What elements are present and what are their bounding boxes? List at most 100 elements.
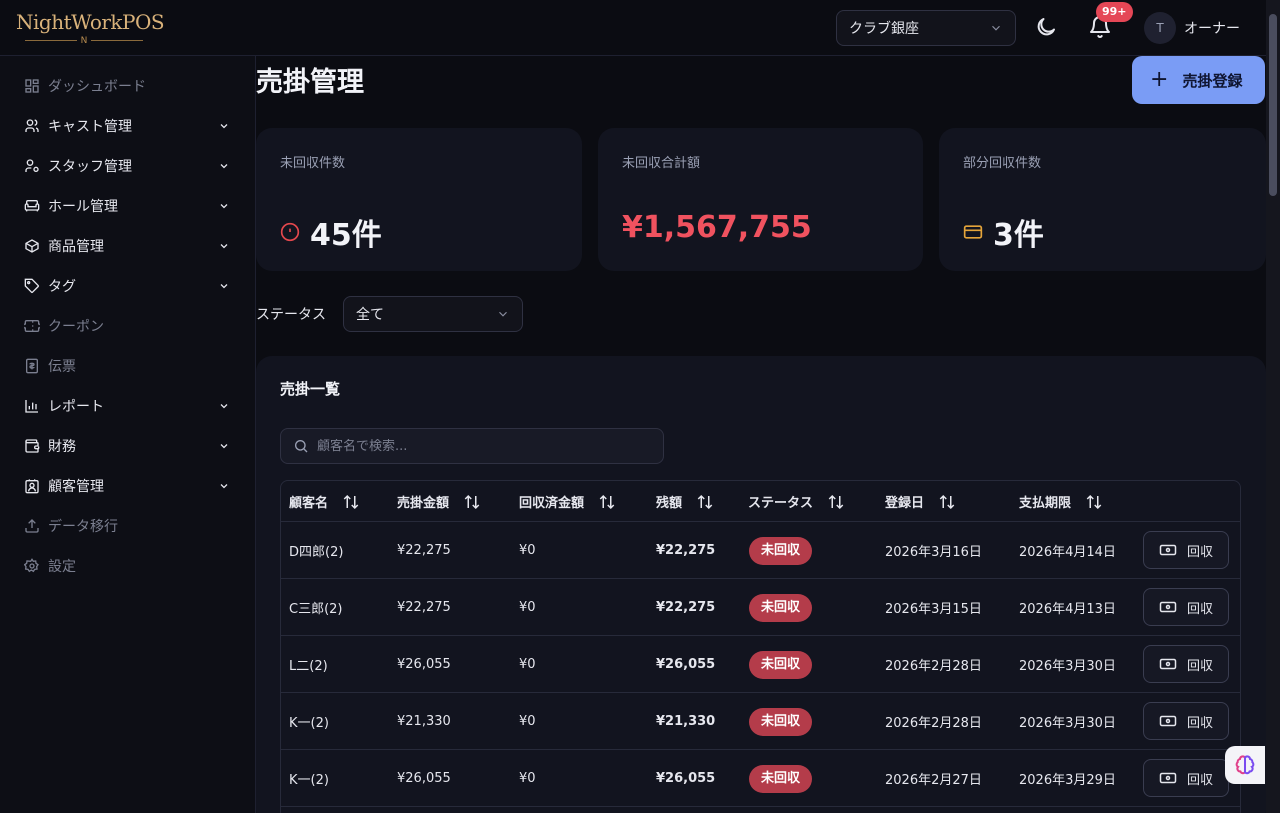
sofa-icon (24, 200, 40, 212)
status-filter-value: 全て (356, 307, 384, 323)
collect-button[interactable]: 回収 (1143, 759, 1229, 797)
sidebar-item-label: ダッシュボード (48, 79, 146, 95)
collect-button-label: 回収 (1186, 658, 1213, 674)
banknote-icon (1159, 544, 1177, 556)
scrollbar-thumb[interactable] (1269, 14, 1277, 196)
collect-button-label: 回収 (1186, 772, 1213, 788)
sidebar-item-label: データ移行 (48, 519, 118, 535)
column-header-label: 売掛金額 (397, 496, 450, 511)
receivables-table: 顧客名 売掛金額 回収済金額 残額 ステータス 登録日 支払期限 D四郎(2) … (280, 480, 1241, 813)
column-header-amount[interactable]: 売掛金額 (397, 481, 481, 522)
sidebar-item-data-migration[interactable]: データ移行 (16, 508, 240, 544)
cell-registered: 2026年3月15日 (885, 602, 982, 617)
banknote-icon (1159, 601, 1177, 613)
search-input[interactable] (317, 438, 647, 454)
assistant-button[interactable] (1225, 746, 1265, 784)
logo-mark: N (16, 36, 152, 46)
status-badge: 未回収 (749, 707, 813, 736)
collect-button[interactable]: 回収 (1143, 531, 1229, 569)
chevron-down-icon (220, 164, 228, 169)
cell-amount: ¥21,330 (397, 714, 451, 729)
plus-icon: + (1150, 67, 1169, 92)
cell-registered: 2026年2月27日 (885, 773, 982, 788)
cell-registered: 2026年3月16日 (885, 545, 982, 560)
sidebar-item-slips[interactable]: 伝票 (16, 348, 240, 384)
table-row: L二(2) ¥26,055 ¥0 ¥26,055 未回収 2026年2月28日 … (281, 636, 1240, 693)
status-badge: 未回収 (749, 536, 813, 565)
sidebar-item-label: 設定 (48, 559, 76, 575)
column-header-status[interactable]: ステータス (748, 481, 845, 522)
sidebar-item-customers[interactable]: 顧客管理 (16, 468, 240, 504)
avatar: T (1144, 12, 1176, 44)
search-box (280, 428, 664, 464)
cell-customer: C三郎(2) (289, 602, 343, 617)
cell-customer: L二(2) (289, 659, 328, 674)
sidebar-item-label: タグ (48, 279, 76, 295)
sidebar-item-cast[interactable]: キャスト管理 (16, 108, 240, 144)
sidebar-item-label: 商品管理 (48, 239, 104, 255)
sidebar-item-settings[interactable]: 設定 (16, 548, 240, 584)
column-header-collected[interactable]: 回収済金額 (519, 481, 616, 522)
logo[interactable]: NightWorkPOS N (16, 10, 165, 46)
collect-button-label: 回収 (1186, 715, 1213, 731)
credit-card-icon (963, 225, 983, 239)
stat-card-label: 未回収件数 (280, 156, 346, 171)
ticket-icon (24, 320, 40, 332)
user-cog-icon (25, 159, 39, 172)
column-header-registered[interactable]: 登録日 (885, 481, 956, 522)
cell-remaining: ¥26,055 (656, 657, 716, 672)
user-name: オーナー (1184, 21, 1240, 37)
tag-icon (24, 278, 40, 294)
column-header-remaining[interactable]: 残額 (656, 481, 714, 522)
top-header: NightWorkPOS N クラブ銀座 99+ T オーナー (0, 0, 1266, 56)
sidebar-item-products[interactable]: 商品管理 (16, 228, 240, 264)
cell-due: 2026年4月13日 (1019, 602, 1116, 617)
cell-amount: ¥22,275 (397, 543, 451, 558)
add-receivable-button[interactable]: + 売掛登録 (1132, 56, 1265, 104)
collect-button[interactable]: 回収 (1143, 588, 1229, 626)
column-header-label: 回収済金額 (519, 496, 585, 511)
brain-icon (1235, 755, 1255, 775)
table-row: C三郎(2) ¥22,275 ¥0 ¥22,275 未回収 2026年3月15日… (281, 579, 1240, 636)
stat-card-partial-count: 部分回収件数 3件 (939, 128, 1266, 271)
store-select-value: クラブ銀座 (849, 21, 919, 37)
sidebar-item-hall[interactable]: ホール管理 (16, 188, 240, 224)
user-menu[interactable]: T オーナー (1144, 12, 1240, 44)
sidebar-item-staff[interactable]: スタッフ管理 (16, 148, 240, 184)
page-scrollbar[interactable] (1266, 0, 1280, 813)
column-header-customer[interactable]: 顧客名 (289, 481, 360, 522)
cell-customer: D四郎(2) (289, 545, 344, 560)
sidebar-item-dashboard[interactable]: ダッシュボード (16, 68, 240, 104)
sidebar-item-label: レポート (48, 399, 104, 415)
cell-status: 未回収 (749, 579, 813, 636)
chevron-down-icon (220, 484, 228, 489)
cell-amount: ¥26,055 (397, 657, 451, 672)
chevron-down-icon (992, 25, 1000, 31)
collect-button[interactable]: 回収 (1143, 702, 1229, 740)
list-title: 売掛一覧 (280, 380, 341, 398)
status-filter-select[interactable]: 全て (343, 296, 523, 332)
collect-button[interactable]: 回収 (1143, 645, 1229, 683)
stat-card-label: 部分回収件数 (963, 156, 1042, 171)
sidebar-item-coupons[interactable]: クーポン (16, 308, 240, 344)
sidebar-item-reports[interactable]: レポート (16, 388, 240, 424)
cell-collected: ¥0 (519, 543, 536, 558)
collect-button-label: 回収 (1186, 601, 1213, 617)
sidebar-item-tags[interactable]: タグ (16, 268, 240, 304)
table-row: K一(2) ¥26,055 ¥0 ¥26,055 未回収 2026年2月27日 … (281, 750, 1240, 807)
cell-due: 2026年3月29日 (1019, 773, 1116, 788)
status-badge: 未回収 (749, 593, 813, 622)
table-row: D四郎(2) ¥22,275 ¥0 ¥22,275 未回収 2026年3月16日… (281, 522, 1240, 579)
banknote-icon (1159, 715, 1177, 727)
column-header-label: 顧客名 (289, 496, 329, 511)
sidebar-item-label: 顧客管理 (48, 479, 104, 495)
users-icon (25, 119, 39, 132)
app-root: NightWorkPOS N クラブ銀座 99+ T オーナー ダッシュボード … (0, 0, 1280, 813)
theme-toggle-button[interactable] (1034, 15, 1058, 39)
wallet-icon (25, 439, 40, 453)
column-header-due[interactable]: 支払期限 (1019, 481, 1103, 522)
store-select[interactable]: クラブ銀座 (836, 10, 1016, 46)
sort-icon (464, 494, 480, 509)
sidebar-item-label: クーポン (48, 319, 104, 335)
sidebar-item-finance[interactable]: 財務 (16, 428, 240, 464)
